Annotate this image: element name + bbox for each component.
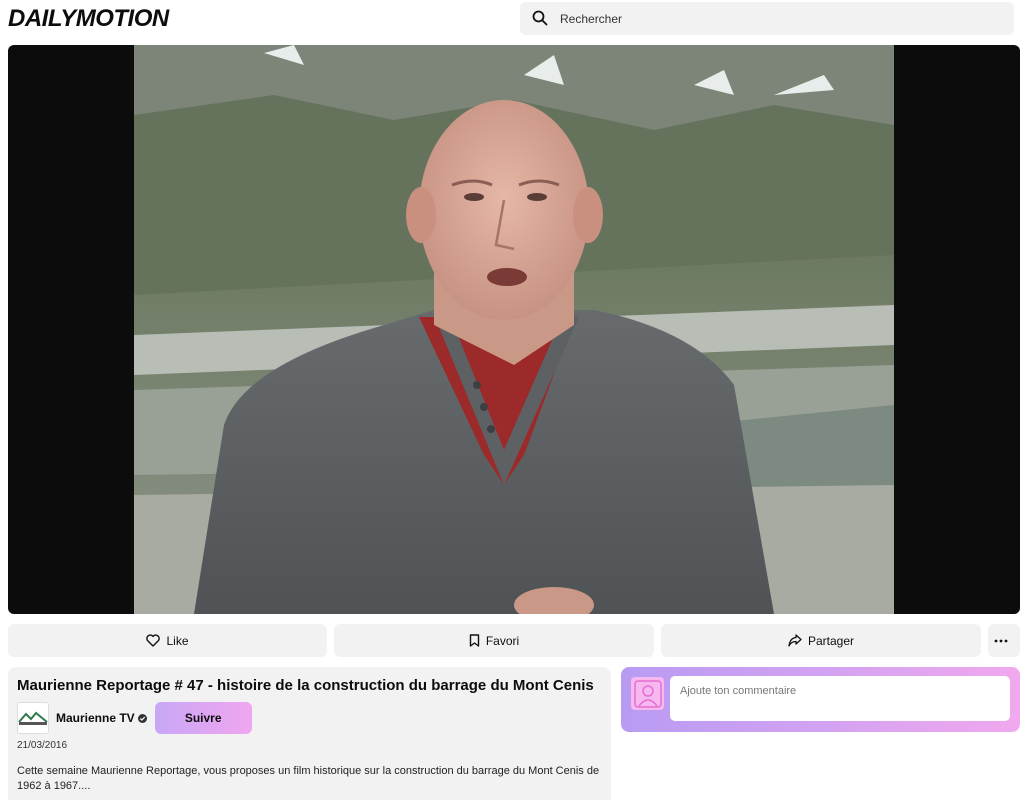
search-icon xyxy=(532,10,550,28)
like-button[interactable]: Like xyxy=(8,624,327,657)
heart-icon xyxy=(146,634,161,647)
like-label: Like xyxy=(166,633,189,648)
share-label: Partager xyxy=(807,633,855,648)
comment-input[interactable] xyxy=(670,676,1010,721)
share-arrow-icon xyxy=(788,634,802,647)
dailymotion-logo[interactable]: DAILYMOTION xyxy=(8,5,169,33)
video-player[interactable] xyxy=(8,45,1020,614)
channel-row: Maurienne TV Suivre xyxy=(17,702,252,734)
video-description: Cette semaine Maurienne Reportage, vous … xyxy=(17,765,600,792)
bookmark-icon xyxy=(469,634,480,647)
verified-badge-icon xyxy=(137,713,147,723)
video-thumbnail-image xyxy=(134,45,894,614)
user-avatar-icon xyxy=(631,677,664,710)
search-input[interactable] xyxy=(560,11,980,26)
search-bar[interactable] xyxy=(520,2,1014,35)
publish-date: 21/03/2016 xyxy=(17,740,68,751)
more-options-button[interactable] xyxy=(988,624,1020,657)
more-dots-icon xyxy=(994,639,1008,642)
favorite-button[interactable]: Favori xyxy=(334,624,654,657)
channel-avatar[interactable] xyxy=(17,702,49,734)
channel-name[interactable]: Maurienne TV xyxy=(56,711,135,725)
video-info-card: Maurienne Reportage # 47 - histoire de l… xyxy=(8,667,611,800)
video-title: Maurienne Reportage # 47 - histoire de l… xyxy=(17,677,594,694)
comment-box xyxy=(621,667,1020,732)
share-button[interactable]: Partager xyxy=(661,624,981,657)
channel-logo-icon xyxy=(18,711,48,725)
video-frame xyxy=(134,45,894,614)
favorite-label: Favori xyxy=(485,633,520,648)
follow-button[interactable]: Suivre xyxy=(154,702,252,734)
